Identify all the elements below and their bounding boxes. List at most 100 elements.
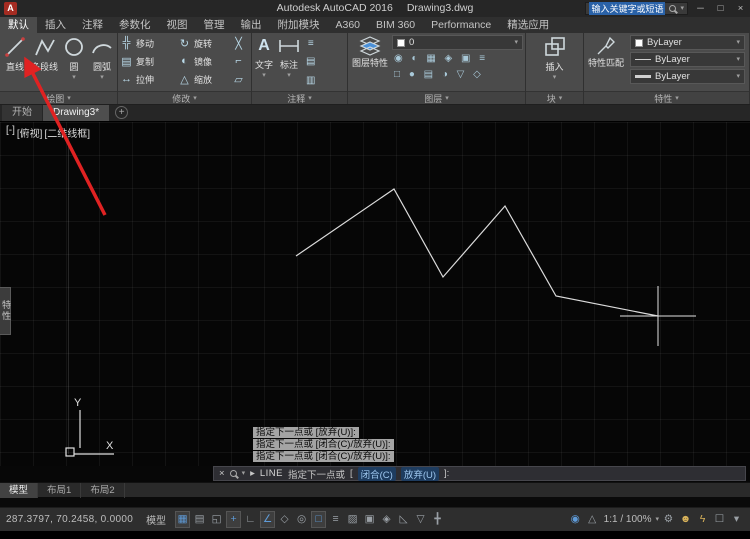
ortho-icon[interactable]: ∟ (243, 511, 258, 528)
ribbon-tab-performance[interactable]: Performance (423, 17, 499, 33)
ribbon-tab-home[interactable]: 默认 (0, 17, 37, 33)
help-search-input[interactable]: 输入关键字或短语 ▾ (585, 2, 688, 15)
fillet-button[interactable]: ⌐ (232, 52, 246, 70)
dimension-caret-icon[interactable]: ▾ (287, 72, 291, 79)
lineweight-icon[interactable]: ≡ (328, 511, 343, 528)
array-button[interactable]: ▱ (232, 70, 246, 88)
mirror-button[interactable]: ◐ 镜像 (178, 52, 232, 70)
polar-tracking-icon[interactable]: ∠ (260, 511, 276, 528)
graphics-performance-icon[interactable]: ϟ (695, 511, 710, 528)
new-drawing-button[interactable]: + (115, 106, 129, 119)
object-color-dropdown[interactable]: ByLayer ▾ (630, 35, 745, 50)
gizmo-icon[interactable]: ╋ (430, 511, 445, 528)
line-tool-button[interactable]: 直线 (2, 34, 28, 90)
ribbon-tab-bim360[interactable]: BIM 360 (368, 17, 423, 33)
panel-properties-footer[interactable]: 特性 ▾ (584, 91, 749, 104)
ribbon-tab-view[interactable]: 视图 (159, 17, 196, 33)
ribbon-tab-a360[interactable]: A360 (328, 17, 369, 33)
arc-tool-button[interactable]: 圆弧 ▾ (89, 34, 115, 90)
dimension-tool-button[interactable]: 标注 ▾ (276, 34, 302, 90)
circle-caret-icon[interactable]: ▾ (72, 74, 76, 81)
ribbon-tab-featured-apps[interactable]: 精选应用 (499, 17, 557, 33)
ribbon-tab-manage[interactable]: 管理 (196, 17, 233, 33)
isometric-draft-icon[interactable]: ◇ (277, 511, 292, 528)
drawing-canvas[interactable]: [-] [俯视] [二维线框] 特性 Y X 指定下一点或 [放弃(U)]: 指… (0, 122, 750, 466)
layout-tab-layout2[interactable]: 布局2 (81, 482, 125, 498)
clean-screen-icon[interactable]: ☐ (712, 511, 727, 528)
annotation-visibility-icon[interactable]: ◉ (568, 511, 583, 528)
ribbon-tab-addins[interactable]: 附加模块 (270, 17, 328, 33)
ribbon-tab-parametric[interactable]: 参数化 (111, 17, 159, 33)
match-properties-button[interactable]: 特性匹配 (586, 34, 626, 90)
command-close-icon[interactable]: × (219, 468, 225, 479)
selection-cycling-icon[interactable]: ▣ (362, 511, 377, 528)
search-icon[interactable] (669, 5, 677, 12)
text-tool-button[interactable]: A 文字 ▾ (254, 34, 274, 90)
arc-caret-icon[interactable]: ▾ (100, 74, 104, 81)
multileader-icon[interactable]: ▥ (306, 75, 315, 86)
dynamic-ucs-icon[interactable]: ◺ (396, 511, 411, 528)
linetype-dropdown[interactable]: ByLayer ▾ (630, 52, 745, 67)
layer-select-dropdown[interactable]: 0 ▾ (392, 35, 523, 50)
insert-caret-icon[interactable]: ▾ (553, 74, 557, 81)
command-search-icon[interactable] (229, 470, 237, 477)
ribbon-tab-insert[interactable]: 插入 (37, 17, 74, 33)
search-caret-icon[interactable]: ▾ (680, 5, 684, 12)
isolate-objects-icon[interactable]: ☻ (678, 511, 693, 528)
panel-layers-caret-icon[interactable]: ▾ (445, 95, 449, 102)
minimize-button[interactable]: ─ (693, 0, 708, 17)
layout-tab-layout1[interactable]: 布局1 (38, 482, 82, 498)
layer-properties-button[interactable]: 图层特性 (350, 34, 390, 90)
infer-constraints-icon[interactable]: ◱ (209, 511, 224, 528)
3d-object-snap-icon[interactable]: ◈ (379, 511, 394, 528)
panel-annotation-caret-icon[interactable]: ▾ (308, 95, 312, 102)
stretch-button[interactable]: ↔ 拉伸 (120, 70, 178, 88)
command-option-undo[interactable]: 放弃(U) (400, 466, 440, 481)
layer-tools-row-1[interactable]: ◉ ◐ ▦ ◈ ▣ ≡ (392, 52, 523, 66)
panel-properties-caret-icon[interactable]: ▾ (675, 95, 679, 102)
scale-button[interactable]: △ 缩放 (178, 70, 232, 88)
file-tab-start[interactable]: 开始 (2, 105, 42, 121)
command-line[interactable]: × ▾ ▸ LINE 指定下一点或 [ 闭合(C) 放弃(U) ]: (213, 466, 746, 481)
move-button[interactable]: ╬ 移动 (120, 34, 178, 52)
layer-dropdown-caret-icon[interactable]: ▾ (514, 39, 518, 46)
circle-tool-button[interactable]: 圆 ▾ (61, 34, 87, 90)
layer-tools-row-2[interactable]: □ ● ▤ ◑ ▽ ◇ (392, 68, 523, 82)
panel-layers-footer[interactable]: 图层 ▾ (348, 91, 525, 104)
copy-button[interactable]: ▤ 复制 (120, 52, 178, 70)
trim-button[interactable]: ╳ (232, 34, 246, 52)
selection-filter-icon[interactable]: ▽ (413, 511, 428, 528)
snap-icon[interactable]: ▤ (192, 511, 207, 528)
panel-block-caret-icon[interactable]: ▾ (559, 95, 563, 102)
panel-modify-caret-icon[interactable]: ▾ (193, 95, 197, 102)
lineweight-dropdown[interactable]: ByLayer ▾ (630, 69, 745, 84)
color-dropdown-caret-icon[interactable]: ▾ (736, 39, 740, 46)
leader-icon[interactable]: ≡ (306, 38, 315, 49)
object-snap-tracking-icon[interactable]: ◎ (294, 511, 309, 528)
annotation-scale-control[interactable]: 1:1 / 100% (604, 514, 652, 525)
file-tab-drawing3[interactable]: Drawing3* (43, 105, 110, 121)
dynamic-input-icon[interactable]: + (226, 511, 242, 528)
drawn-polyline[interactable] (295, 188, 659, 317)
panel-block-footer[interactable]: 块 ▾ (526, 91, 583, 104)
workspace-gear-icon[interactable]: ⚙ (661, 511, 676, 528)
customization-caret-icon[interactable]: ▾ (729, 511, 744, 528)
lineweight-dropdown-caret-icon[interactable]: ▾ (736, 73, 740, 80)
layout-tab-model[interactable]: 模型 (0, 482, 39, 498)
model-space-toggle[interactable]: 模型 (141, 512, 171, 527)
panel-draw-footer[interactable]: 绘图 ▾ (0, 91, 117, 104)
rotate-button[interactable]: ↻ 旋转 (178, 34, 232, 52)
panel-modify-footer[interactable]: 修改 ▾ (118, 91, 251, 104)
command-history-caret-icon[interactable]: ▾ (242, 470, 246, 477)
annotation-autoscale-icon[interactable]: △ (585, 511, 600, 528)
command-option-close[interactable]: 闭合(C) (357, 466, 396, 481)
text-caret-icon[interactable]: ▾ (262, 72, 266, 79)
polyline-tool-button[interactable]: 多段线 (30, 34, 59, 90)
transparency-icon[interactable]: ▨ (345, 511, 360, 528)
restore-button[interactable]: □ (713, 0, 728, 17)
grid-icon[interactable]: ▦ (175, 511, 191, 528)
panel-draw-caret-icon[interactable]: ▾ (67, 95, 71, 102)
ribbon-tab-output[interactable]: 输出 (233, 17, 270, 33)
ribbon-tab-annotate[interactable]: 注释 (74, 17, 111, 33)
panel-annotation-footer[interactable]: 注释 ▾ (252, 91, 347, 104)
